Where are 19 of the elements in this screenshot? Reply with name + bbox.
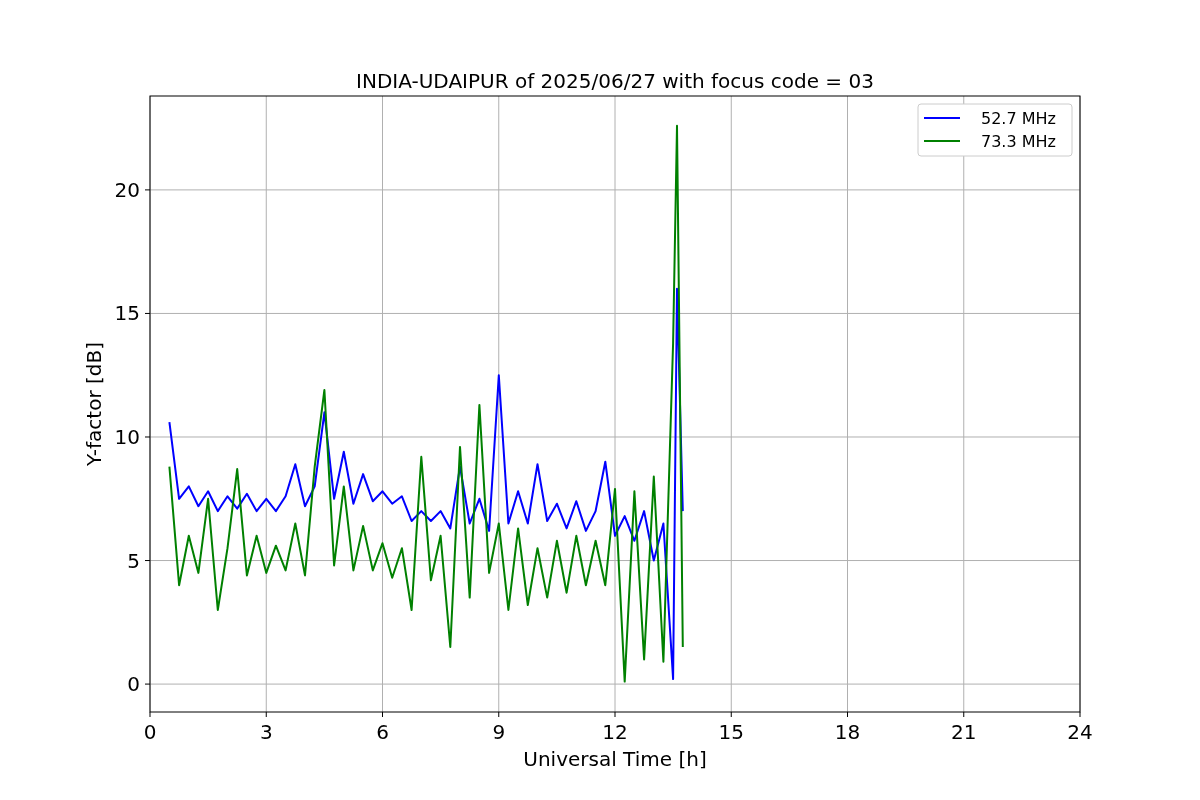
x-tick-label: 12 [602, 720, 628, 744]
x-tick-label: 0 [143, 720, 157, 744]
x-tick-label: 15 [718, 720, 744, 744]
y-tick-label: 5 [127, 548, 140, 573]
x-tick-label: 21 [951, 720, 977, 744]
legend-label: 73.3 MHz [981, 132, 1056, 151]
y-tick-label: 20 [114, 177, 140, 202]
y-tick-label: 0 [127, 672, 140, 697]
y-axis-label: Y-factor [dB] [82, 342, 106, 466]
x-tick-label: 3 [259, 720, 273, 744]
x-axis-label: Universal Time [h] [523, 747, 707, 771]
x-tick-label: 24 [1067, 720, 1093, 744]
x-tick-label: 6 [376, 720, 389, 744]
y-tick-label: 10 [114, 425, 140, 449]
x-tick-label: 18 [834, 720, 861, 744]
legend-label: 52.7 MHz [981, 109, 1056, 128]
chart-title: INDIA-UDAIPUR of 2025/06/27 with focus code = 03 [356, 69, 874, 93]
y-tick-label: 15 [114, 301, 140, 326]
x-tick-label: 9 [492, 720, 506, 744]
